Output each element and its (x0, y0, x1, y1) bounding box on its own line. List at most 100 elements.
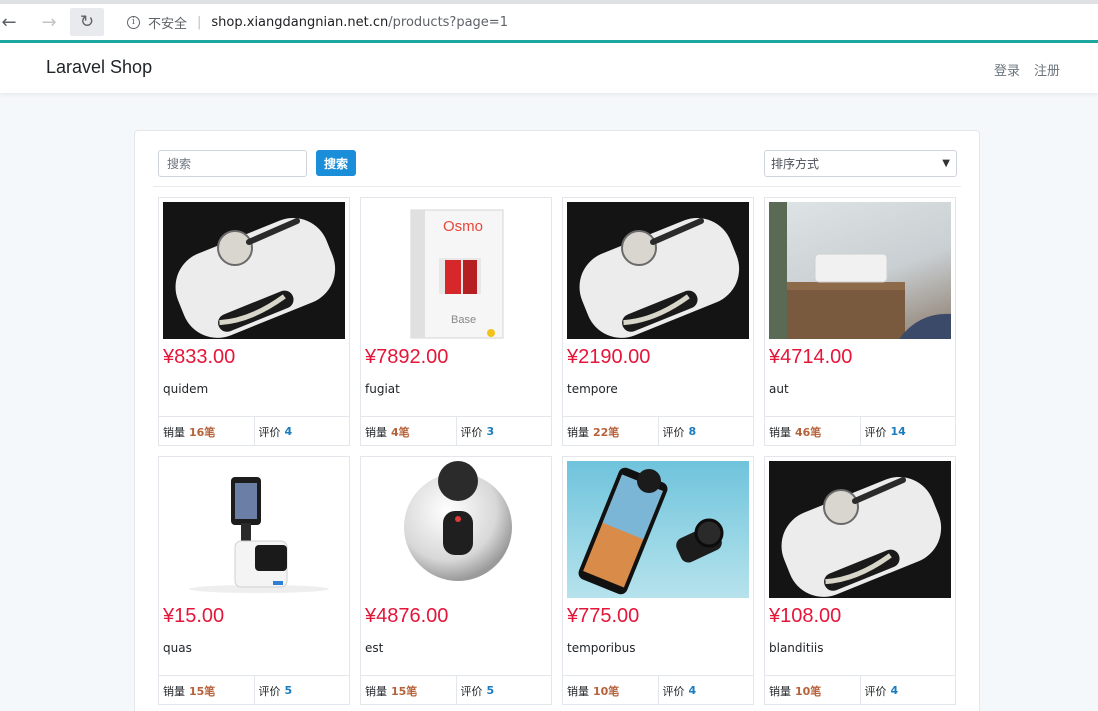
product-price: ¥108.00 (769, 605, 842, 627)
product-card[interactable]: ¥108.00 blanditiis 销量 10笔 评价 4 (764, 456, 956, 705)
product-stats: 销量 15笔 评价 5 (159, 675, 349, 705)
login-link[interactable]: 登录 (994, 60, 1020, 79)
filter-divider (153, 186, 961, 187)
review-count: 3 (486, 425, 495, 438)
sold-count: 10笔 (795, 684, 822, 698)
address-bar[interactable]: i 不安全 | shop.xiangdangnian.net.cn/produc… (115, 8, 508, 36)
brand-link[interactable]: Laravel Shop (46, 57, 152, 78)
review-label: 评价 (258, 684, 281, 698)
info-icon[interactable]: i (127, 15, 140, 29)
product-price: ¥775.00 (567, 605, 640, 627)
forward-arrow-icon[interactable]: → (32, 8, 66, 36)
review-count: 8 (688, 425, 697, 438)
osmo-box-brand: Osmo (443, 218, 484, 235)
insecure-label: 不安全 (148, 16, 188, 32)
sold-count: 15笔 (189, 684, 216, 698)
product-price: ¥4876.00 (365, 605, 449, 627)
product-price: ¥15.00 (163, 605, 225, 627)
search-input[interactable] (158, 150, 307, 177)
product-name[interactable]: quidem (163, 382, 208, 396)
sold-label: 销量 (365, 684, 387, 698)
review-stat: 评价 5 (253, 676, 350, 705)
review-count: 14 (890, 425, 906, 438)
product-price: ¥4714.00 (769, 346, 853, 368)
product-image[interactable] (163, 202, 345, 339)
sold-stat: 销量 15笔 (159, 676, 254, 705)
back-arrow-icon[interactable]: ← (0, 8, 26, 36)
product-stats: 销量 15笔 评价 5 (361, 675, 551, 705)
review-count: 4 (890, 684, 899, 697)
product-image[interactable] (163, 461, 345, 598)
review-stat: 评价 4 (253, 417, 350, 446)
osmo-box-text: Base (451, 314, 477, 326)
product-name[interactable]: quas (163, 641, 192, 655)
sold-label: 销量 (365, 425, 387, 439)
sold-stat: 销量 4笔 (361, 417, 456, 446)
product-card[interactable]: ¥15.00 quas 销量 15笔 评价 5 (158, 456, 350, 705)
sold-label: 销量 (163, 425, 185, 439)
review-stat: 评价 5 (455, 676, 552, 705)
product-image[interactable] (567, 461, 749, 598)
product-card[interactable]: ¥775.00 temporibus 销量 10笔 评价 4 (562, 456, 754, 705)
product-card[interactable]: ¥4876.00 est 销量 15笔 评价 5 (360, 456, 552, 705)
product-name[interactable]: blanditiis (769, 641, 824, 655)
sold-label: 销量 (769, 425, 791, 439)
review-stat: 评价 14 (859, 417, 956, 446)
product-name[interactable]: aut (769, 382, 789, 396)
sold-stat: 销量 10笔 (563, 676, 658, 705)
review-label: 评价 (460, 425, 483, 439)
review-count: 5 (284, 684, 293, 697)
sold-stat: 销量 16笔 (159, 417, 254, 446)
review-stat: 评价 8 (657, 417, 754, 446)
sold-count: 4笔 (391, 425, 410, 439)
product-card[interactable]: ¥833.00 quidem 销量 16笔 评价 4 (158, 197, 350, 446)
search-button[interactable]: 搜索 (316, 150, 356, 176)
review-label: 评价 (460, 684, 483, 698)
sold-stat: 销量 15笔 (361, 676, 456, 705)
sold-label: 销量 (769, 684, 791, 698)
review-stat: 评价 4 (657, 676, 754, 705)
sold-count: 22笔 (593, 425, 620, 439)
reload-icon[interactable]: ↻ (70, 8, 104, 36)
sold-count: 16笔 (189, 425, 216, 439)
products-card: 搜索 排序方式 ▼ ¥833.00 quidem (134, 130, 980, 711)
sold-label: 销量 (567, 425, 589, 439)
product-stats: 销量 4笔 评价 3 (361, 416, 551, 446)
review-label: 评价 (864, 684, 887, 698)
sold-stat: 销量 46笔 (765, 417, 860, 446)
product-stats: 销量 22笔 评价 8 (563, 416, 753, 446)
register-link[interactable]: 注册 (1034, 60, 1060, 79)
sort-select-value: 排序方式 (771, 157, 820, 171)
url-host: shop.xiangdangnian.net.cn (211, 14, 389, 30)
review-count: 5 (486, 684, 495, 697)
product-price: ¥833.00 (163, 346, 236, 368)
review-count: 4 (688, 684, 697, 697)
review-label: 评价 (662, 425, 685, 439)
url-path: /products?page=1 (388, 14, 508, 30)
product-image[interactable]: Osmo Base (365, 202, 547, 339)
product-image[interactable] (365, 461, 547, 598)
product-stats: 销量 16笔 评价 4 (159, 416, 349, 446)
product-card[interactable]: ¥2190.00 tempore 销量 22笔 评价 8 (562, 197, 754, 446)
auth-links: 登录 注册 (994, 60, 1060, 79)
product-image[interactable] (769, 202, 951, 339)
review-stat: 评价 3 (455, 417, 552, 446)
review-label: 评价 (258, 425, 281, 439)
address-separator: | (197, 14, 202, 30)
sort-select[interactable]: 排序方式 ▼ (764, 150, 957, 177)
product-price: ¥2190.00 (567, 346, 651, 368)
sold-stat: 销量 22笔 (563, 417, 658, 446)
product-name[interactable]: temporibus (567, 641, 635, 655)
product-name[interactable]: fugiat (365, 382, 400, 396)
product-image[interactable] (567, 202, 749, 339)
product-card[interactable]: ¥4714.00 aut 销量 46笔 评价 14 (764, 197, 956, 446)
product-image[interactable] (769, 461, 951, 598)
review-stat: 评价 4 (859, 676, 956, 705)
product-name[interactable]: est (365, 641, 383, 655)
review-label: 评价 (864, 425, 887, 439)
product-card[interactable]: Osmo Base ¥7892.00 fugiat 销量 4笔 评价 3 (360, 197, 552, 446)
review-label: 评价 (662, 684, 685, 698)
sold-count: 46笔 (795, 425, 822, 439)
product-name[interactable]: tempore (567, 382, 618, 396)
chevron-down-icon: ▼ (942, 158, 950, 169)
